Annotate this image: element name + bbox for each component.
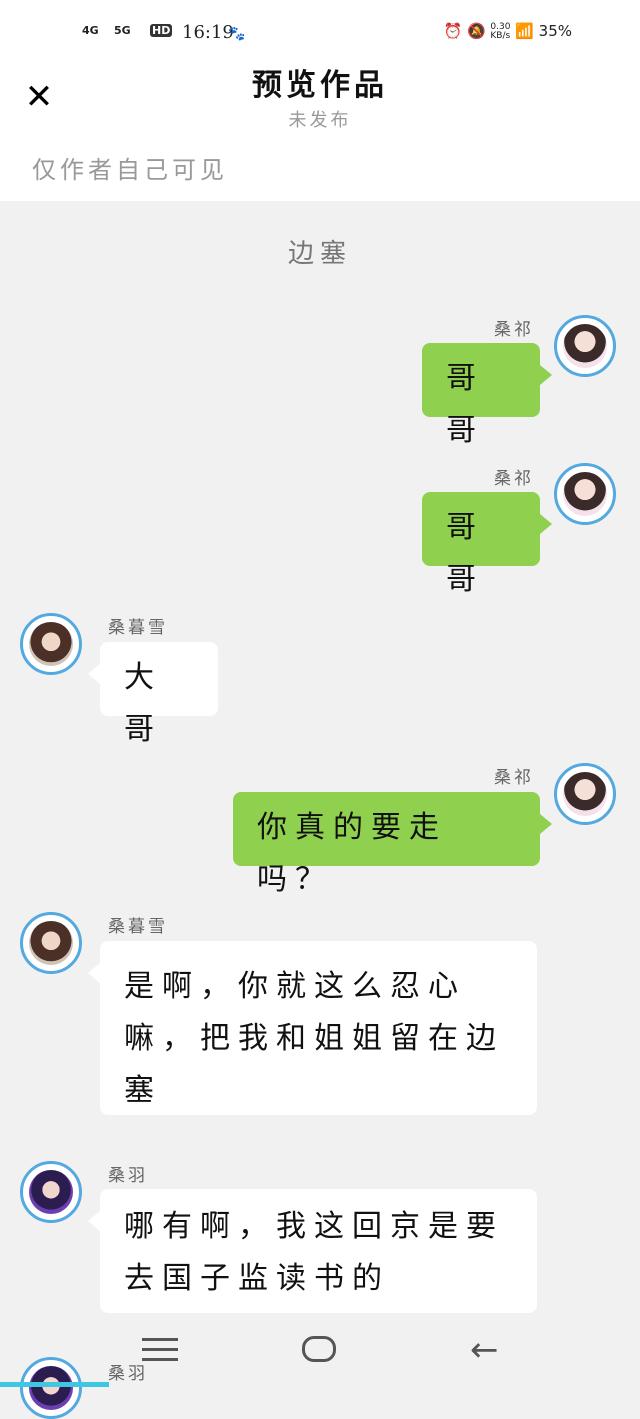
status-right: ⏰ 🔕 0.30 KB/s 📶 35% (443, 22, 572, 41)
chat-bubble: 哥哥 (422, 492, 552, 597)
menu-icon[interactable] (142, 1338, 178, 1362)
back-arrow-icon[interactable]: ← (470, 1330, 499, 1370)
net-speed: 0.30 KB/s (490, 21, 511, 41)
speaker-name: 桑祁 (494, 768, 534, 788)
status-bar: 4G 5G HD 16:19 🐾 ⏰ 🔕 0.30 KB/s 📶 35% (0, 0, 640, 58)
alarm-icon: ⏰ (443, 22, 463, 40)
chat-bubble: 哪有啊，我这回京是要去国子监读书的 (88, 1189, 537, 1313)
system-nav-bar: ← (0, 1318, 640, 1382)
home-icon[interactable] (302, 1336, 336, 1362)
avatar[interactable] (554, 315, 616, 377)
signal-4g-icon: 4G (82, 24, 99, 37)
publish-status: 未发布 (288, 110, 352, 131)
chat-bubble: 大哥 (88, 642, 218, 747)
mute-bell-icon: 🔕 (466, 22, 486, 40)
signal-5g-icon: 5G (114, 24, 131, 37)
speaker-name: 桑祁 (494, 320, 534, 340)
battery-text: 35% (538, 22, 572, 40)
avatar[interactable] (20, 912, 82, 974)
page-title: 预览作品 (252, 68, 388, 103)
speaker-name: 桑羽 (108, 1166, 148, 1186)
avatar[interactable] (20, 1161, 82, 1223)
hd-icon: HD (150, 24, 173, 37)
reading-progress-bar (0, 1382, 109, 1387)
avatar[interactable] (20, 613, 82, 675)
chapter-title: 边塞 (287, 239, 352, 269)
speaker-name: 桑暮雪 (108, 618, 168, 638)
chat-bubble: 你真的要走吗？ (233, 792, 552, 897)
avatar[interactable] (554, 463, 616, 525)
wifi-icon: 📶 (515, 22, 534, 40)
avatar[interactable] (554, 763, 616, 825)
chat-bubble: 哥哥 (422, 343, 552, 448)
visibility-notice: 仅作者自己可见 (32, 156, 228, 184)
speaker-name: 桑祁 (494, 469, 534, 489)
speaker-name: 桑暮雪 (108, 917, 168, 937)
preview-header: ✕ 预览作品 未发布 仅作者自己可见 (0, 58, 640, 201)
status-time: 16:19 (182, 22, 234, 43)
paw-icon: 🐾 (228, 26, 246, 42)
chat-bubble: 是啊，你就这么忍心嘛，把我和姐姐留在边塞 (88, 941, 537, 1115)
